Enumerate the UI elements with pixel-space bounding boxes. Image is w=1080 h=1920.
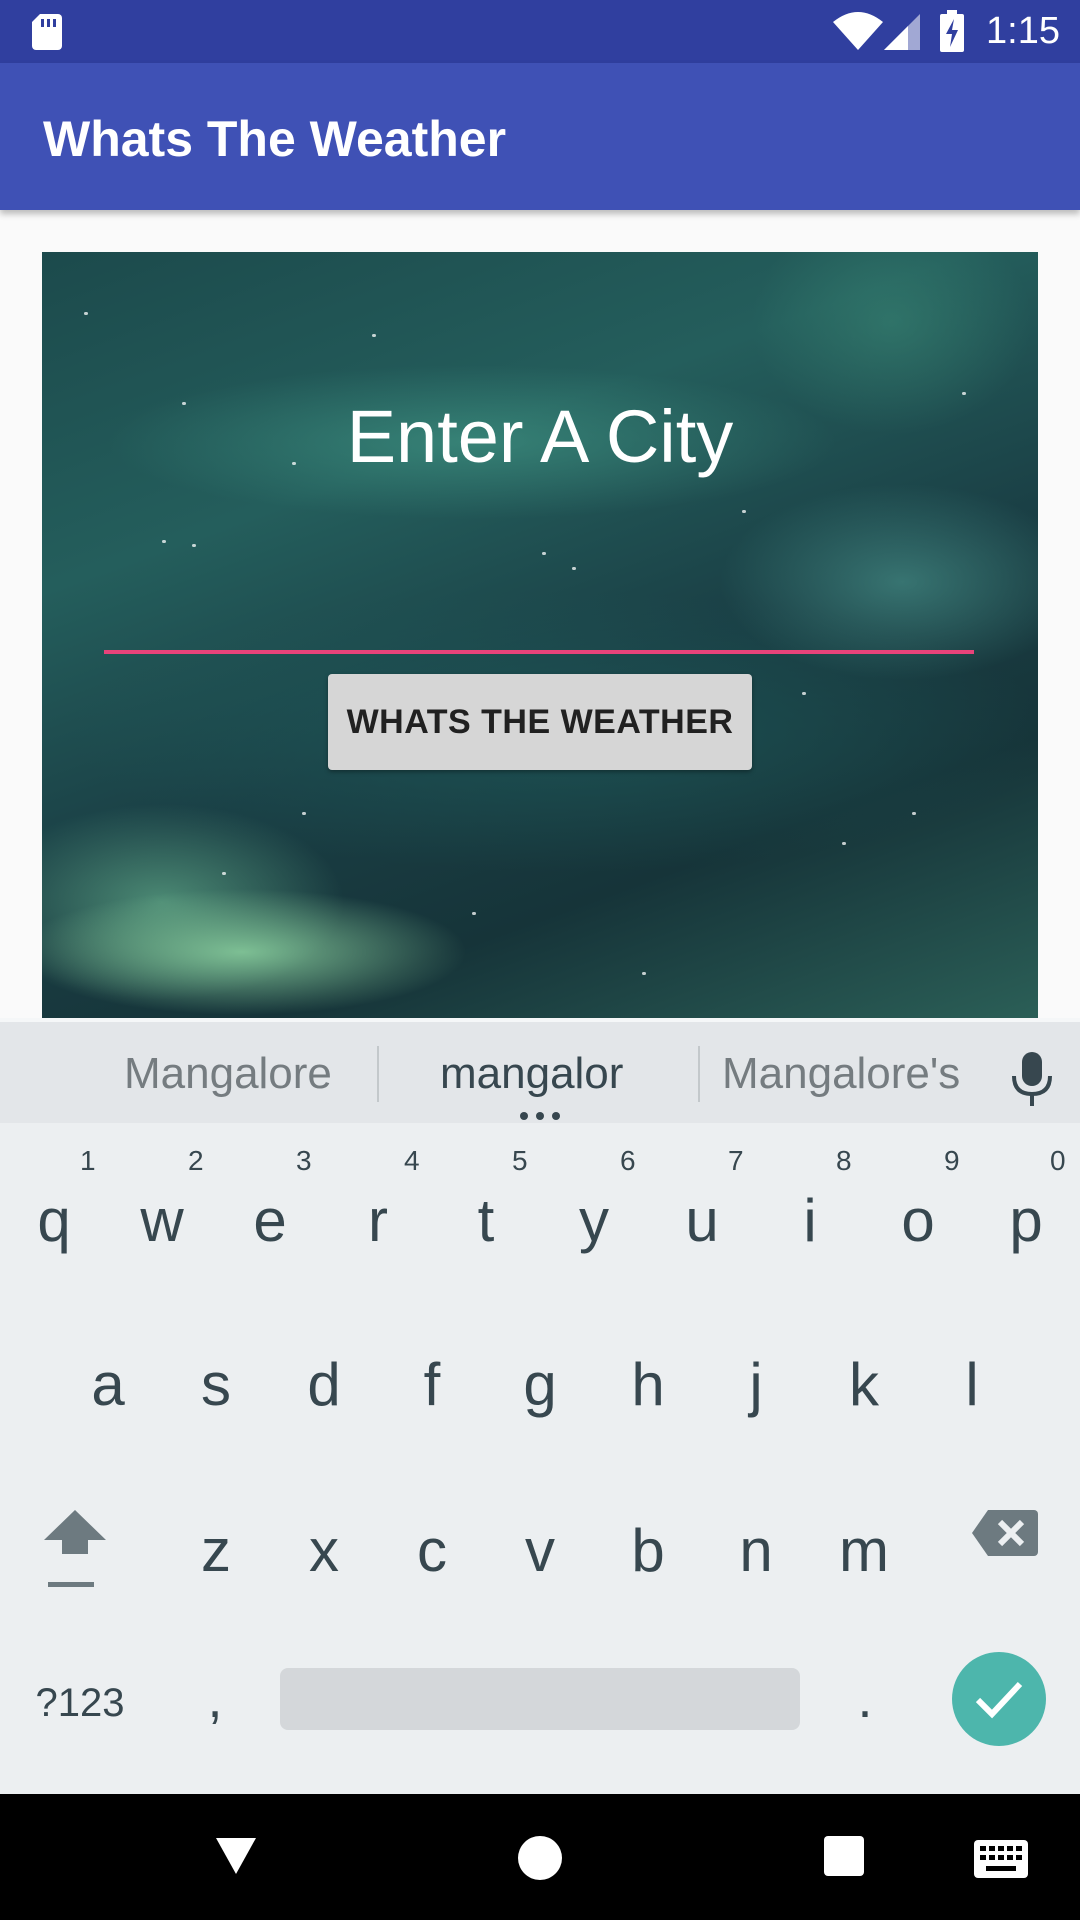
key-hint: 0	[1050, 1145, 1066, 1176]
key-t[interactable]: t	[432, 1186, 540, 1256]
suggestion-strip: Mangalore mangalor Mangalore's	[0, 1018, 1080, 1123]
sd-card-icon	[32, 14, 62, 50]
star-dot	[372, 334, 376, 337]
key-d[interactable]: d	[270, 1350, 378, 1420]
background-image: Enter A City WHATS THE WEATHER	[42, 252, 1038, 1020]
key-p[interactable]: p	[972, 1186, 1080, 1256]
key-c[interactable]: c	[378, 1516, 486, 1586]
whats-the-weather-button[interactable]: WHATS THE WEATHER	[328, 674, 752, 770]
key-q[interactable]: q	[0, 1186, 108, 1256]
key-hint: 3	[296, 1145, 312, 1176]
key-hint: 2	[188, 1145, 204, 1176]
suggestion-item[interactable]: Mangalore's	[722, 1044, 960, 1104]
star-dot	[84, 312, 88, 315]
done-button[interactable]	[952, 1652, 1046, 1746]
city-heading: Enter A City	[346, 395, 734, 478]
key-b[interactable]: b	[594, 1516, 702, 1586]
recents-icon[interactable]	[824, 1836, 864, 1876]
key-hint: 4	[404, 1145, 420, 1176]
app-bar: Whats The Weather	[0, 63, 1080, 210]
app-title: Whats The Weather	[43, 111, 507, 167]
suggestion-item[interactable]: mangalor	[440, 1044, 623, 1104]
keyboard-switch-icon[interactable]	[974, 1840, 1028, 1878]
backspace-icon[interactable]	[972, 1510, 1038, 1556]
home-icon[interactable]	[518, 1836, 562, 1880]
star-dot	[472, 912, 476, 915]
key-hint: 1	[80, 1145, 96, 1176]
suggestion-item[interactable]: Mangalore	[124, 1044, 332, 1104]
status-clock: 1:15	[986, 10, 1060, 52]
soft-keyboard: Mangalore mangalor Mangalore's 1 q 2 w 3…	[0, 1018, 1080, 1794]
shift-icon[interactable]	[42, 1506, 108, 1592]
key-z[interactable]: z	[162, 1516, 270, 1586]
key-hint: 9	[944, 1145, 960, 1176]
key-l[interactable]: l	[918, 1350, 1026, 1420]
spacebar[interactable]	[280, 1668, 800, 1730]
star-dot	[912, 812, 916, 815]
key-f[interactable]: f	[378, 1350, 486, 1420]
suggestion-divider	[377, 1046, 379, 1102]
status-bar: 1:15	[0, 0, 1080, 63]
microphone-icon[interactable]	[1010, 1052, 1054, 1106]
key-hint: 7	[728, 1145, 744, 1176]
wifi-icon	[833, 12, 883, 50]
key-m[interactable]: m	[810, 1516, 918, 1586]
key-w[interactable]: w	[108, 1186, 216, 1256]
star-dot	[572, 567, 576, 570]
more-suggestions-icon[interactable]	[519, 1112, 561, 1120]
key-r[interactable]: r	[324, 1186, 432, 1256]
checkmark-icon	[975, 1681, 1023, 1719]
star-dot	[162, 540, 166, 543]
key-y[interactable]: y	[540, 1186, 648, 1256]
key-o[interactable]: o	[864, 1186, 972, 1256]
key-e[interactable]: e	[216, 1186, 324, 1256]
key-h[interactable]: h	[594, 1350, 702, 1420]
key-hint: 6	[620, 1145, 636, 1176]
star-dot	[302, 812, 306, 815]
back-icon[interactable]	[214, 1834, 258, 1878]
suggestion-divider	[698, 1046, 700, 1102]
key-a[interactable]: a	[54, 1350, 162, 1420]
star-dot	[222, 872, 226, 875]
star-dot	[802, 692, 806, 695]
key-g[interactable]: g	[486, 1350, 594, 1420]
star-dot	[192, 544, 196, 547]
key-j[interactable]: j	[702, 1350, 810, 1420]
signal-icon	[884, 14, 920, 50]
period-key[interactable]: .	[830, 1668, 900, 1730]
key-hint: 5	[512, 1145, 528, 1176]
star-dot	[842, 842, 846, 845]
star-dot	[642, 972, 646, 975]
star-dot	[542, 552, 546, 555]
key-s[interactable]: s	[162, 1350, 270, 1420]
comma-key[interactable]: ,	[180, 1668, 250, 1730]
key-hint: 8	[836, 1145, 852, 1176]
navigation-bar	[0, 1794, 1080, 1920]
star-dot	[742, 510, 746, 513]
key-u[interactable]: u	[648, 1186, 756, 1256]
key-n[interactable]: n	[702, 1516, 810, 1586]
key-i[interactable]: i	[756, 1186, 864, 1256]
key-k[interactable]: k	[810, 1350, 918, 1420]
symbols-key[interactable]: ?123	[20, 1678, 140, 1728]
key-x[interactable]: x	[270, 1516, 378, 1586]
city-input[interactable]	[104, 582, 974, 654]
key-v[interactable]: v	[486, 1516, 594, 1586]
battery-charging-icon	[940, 10, 964, 52]
